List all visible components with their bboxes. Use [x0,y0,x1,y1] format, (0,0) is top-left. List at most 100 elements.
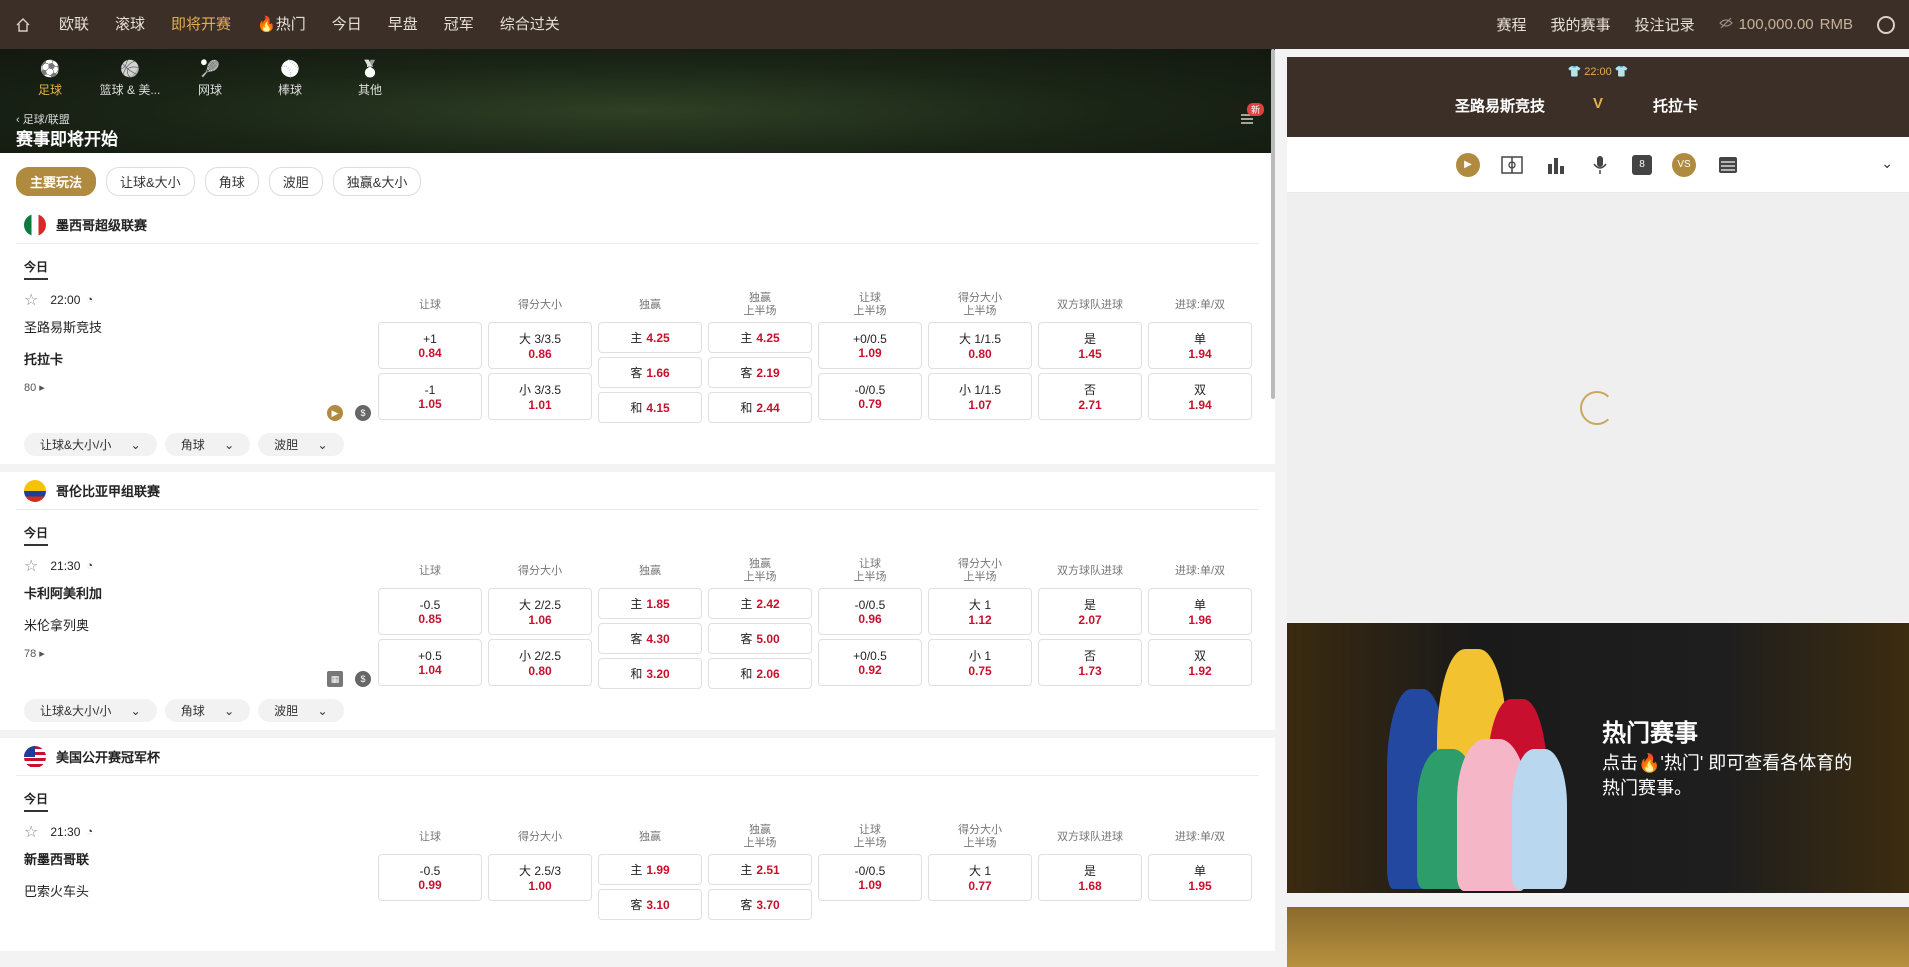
odds-button[interactable]: 客 3.10 [598,889,702,920]
odds-button[interactable]: 否 1.73 [1038,639,1142,686]
away-team[interactable]: 托拉卡 [24,344,375,376]
dollar-icon[interactable]: $ [355,671,371,687]
odds-button[interactable]: 和 4.15 [598,392,702,423]
more-markets-link[interactable]: 78 ▸ [24,642,375,666]
market-dropdown[interactable]: 让球&大小/小 ⌄ [24,699,157,722]
odds-button[interactable]: 双 1.94 [1148,373,1252,420]
play-icon[interactable]: ▶ [327,405,343,421]
odds-button[interactable]: 客 4.30 [598,623,702,654]
odds-button[interactable]: 双 1.92 [1148,639,1252,686]
odds-button[interactable]: 主 2.51 [708,854,812,885]
odds-button[interactable]: -1 1.05 [378,373,482,420]
odds-button[interactable]: 单 1.95 [1148,854,1252,901]
field-icon[interactable]: ▦ [327,671,343,687]
sport-tab[interactable]: ⚽ 足球 [10,59,90,98]
nav-item[interactable]: 今日 [319,0,375,49]
sport-tab[interactable]: ⚾ 棒球 [250,59,330,98]
odds-button[interactable]: +0.5 1.04 [378,639,482,686]
sport-tab[interactable]: 🏀 篮球 & 美... [90,59,170,98]
odds-button[interactable]: 大 2/2.5 1.06 [488,588,592,635]
vs-icon[interactable]: VS [1672,152,1696,177]
stats-icon[interactable] [1544,153,1568,177]
away-team[interactable]: 巴索火车头 [24,876,375,908]
market-tab[interactable]: 独赢&大小 [332,167,422,196]
odds-button[interactable]: +0/0.5 1.09 [818,322,922,369]
sport-tab[interactable]: 🎾 网球 [170,59,250,98]
hot-events-promo[interactable]: 热门赛事 点击🔥'热门' 即可查看各体育的热门赛事。 [1287,623,1909,893]
play-icon[interactable]: ▶ [1456,152,1480,177]
home-team[interactable]: 卡利阿美利加 [24,578,375,610]
nav-item[interactable]: 🔥热门 [244,0,319,49]
odds-button[interactable]: 小 1 0.75 [928,639,1032,686]
away-team[interactable]: 米伦拿列奥 [24,610,375,642]
nav-item[interactable]: 冠军 [431,0,487,49]
home-team[interactable]: 新墨西哥联 [24,844,375,876]
my-events-link[interactable]: 我的赛事 [1551,14,1611,35]
odds-button[interactable]: 大 3/3.5 0.86 [488,322,592,369]
market-dropdown[interactable]: 角球 ⌄ [164,433,251,456]
eye-off-icon[interactable] [1718,17,1733,32]
jersey-icon[interactable]: 8 [1632,154,1652,175]
odds-button[interactable]: 主 1.99 [598,854,702,885]
market-dropdown[interactable]: 波胆 ⌄ [258,433,344,456]
home-team[interactable]: 圣路易斯竞技 [24,312,375,344]
filter-icon[interactable]: 新 [1239,103,1265,133]
odds-button[interactable]: -0.5 0.85 [378,588,482,635]
odds-button[interactable]: 和 2.44 [708,392,812,423]
star-icon[interactable]: ☆ [24,556,38,576]
nav-item[interactable]: 即将开赛 [158,0,244,49]
market-dropdown[interactable]: 角球 ⌄ [164,699,251,722]
odds-button[interactable]: 主 1.85 [598,588,702,619]
odds-button[interactable]: 小 1/1.5 1.07 [928,373,1032,420]
nav-item[interactable]: 早盘 [375,0,431,49]
odds-button[interactable]: 客 5.00 [708,623,812,654]
odds-button[interactable]: -0/0.5 0.96 [818,588,922,635]
odds-button[interactable]: 是 1.45 [1038,322,1142,369]
market-dropdown[interactable]: 让球&大小/小 ⌄ [24,433,157,456]
dollar-icon[interactable]: $ [355,405,371,421]
market-tab[interactable]: 主要玩法 [16,167,97,196]
odds-button[interactable]: 主 4.25 [708,322,812,353]
nav-item[interactable]: 欧联 [46,0,102,49]
odds-button[interactable]: 大 2.5/3 1.00 [488,854,592,901]
league-header[interactable]: 墨西哥超级联赛 [16,206,1259,244]
schedule-link[interactable]: 赛程 [1497,14,1527,35]
odds-button[interactable]: 主 2.42 [708,588,812,619]
odds-button[interactable]: 客 3.70 [708,889,812,920]
odds-button[interactable]: 单 1.94 [1148,322,1252,369]
secondary-promo-banner[interactable] [1287,907,1909,967]
odds-button[interactable]: 小 3/3.5 1.01 [488,373,592,420]
odds-button[interactable]: 主 4.25 [598,322,702,353]
odds-button[interactable]: 大 1/1.5 0.80 [928,322,1032,369]
scrollbar[interactable] [1271,49,1275,399]
odds-button[interactable]: 大 1 0.77 [928,854,1032,901]
odds-button[interactable]: -0.5 0.99 [378,854,482,901]
odds-button[interactable]: -0/0.5 1.09 [818,854,922,901]
star-icon[interactable]: ☆ [24,290,38,310]
user-icon[interactable] [1877,15,1895,34]
league-header[interactable]: 哥伦比亚甲组联赛 [16,472,1259,510]
scoreboard-icon[interactable] [1716,153,1740,177]
market-dropdown[interactable]: 波胆 ⌄ [258,699,344,722]
chevron-down-icon[interactable]: ⌄ [1881,155,1893,172]
nav-item[interactable]: 综合过关 [487,0,573,49]
odds-button[interactable]: 和 3.20 [598,658,702,689]
odds-button[interactable]: +1 0.84 [378,322,482,369]
odds-button[interactable]: 小 2/2.5 0.80 [488,639,592,686]
more-markets-link[interactable]: 80 ▸ [24,376,375,400]
odds-button[interactable]: 是 1.68 [1038,854,1142,901]
home-icon[interactable] [0,17,46,33]
odds-button[interactable]: 和 2.06 [708,658,812,689]
bet-history-link[interactable]: 投注记录 [1635,14,1695,35]
sport-tab[interactable]: 🏅 其他 [330,59,410,98]
odds-button[interactable]: 否 2.71 [1038,373,1142,420]
nav-item[interactable]: 滚球 [102,0,158,49]
odds-button[interactable]: 客 2.19 [708,357,812,388]
market-tab[interactable]: 让球&大小 [106,167,195,196]
star-icon[interactable]: ☆ [24,822,38,842]
mic-icon[interactable] [1588,153,1612,177]
market-tab[interactable]: 角球 [204,167,259,196]
odds-button[interactable]: 单 1.96 [1148,588,1252,635]
field-icon[interactable] [1500,153,1524,177]
odds-button[interactable]: -0/0.5 0.79 [818,373,922,420]
